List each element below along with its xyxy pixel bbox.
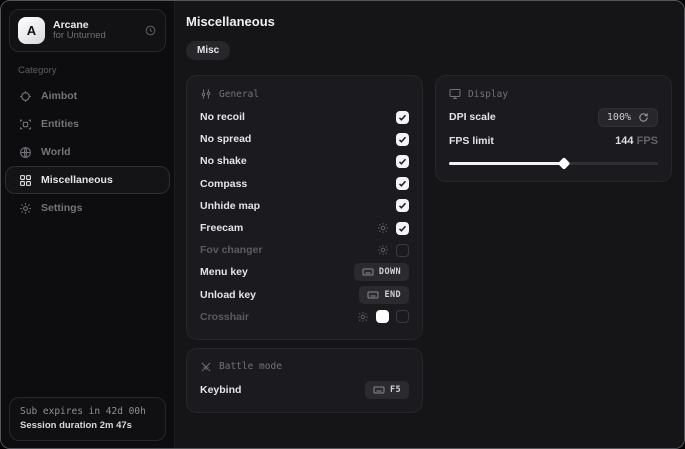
setting-label: No recoil [200,111,396,123]
fps-unit: FPS [637,135,658,147]
globe-icon [19,146,32,159]
setting-row: Crosshair [200,306,409,328]
gear-icon [19,202,32,215]
app-subtitle: for Unturned [53,31,136,42]
setting-row: Keybind F5 [200,379,409,401]
sidebar-nav: Aimbot Entities World Miscellaneous Sett… [1,82,174,222]
setting-row: Unhide map [200,195,409,217]
grid-icon [19,174,32,187]
setting-label: DPI scale [449,111,598,123]
section-title: Battle mode [219,361,282,372]
keybind-value: DOWN [379,267,401,277]
main-panel: Miscellaneous Misc General No recoil [175,1,685,448]
app-window: A Arcane for Unturned Category Aimbot En… [0,0,685,449]
dpi-scale-control[interactable]: 100% [598,108,658,127]
keyboard-icon [362,266,374,278]
setting-label: Compass [200,178,396,190]
crosshair-gear-icon[interactable] [357,311,369,323]
app-logo: A [18,17,45,44]
sidebar-item-world[interactable]: World [5,138,170,166]
page-title: Miscellaneous [186,14,672,29]
keybind-value: END [384,290,401,300]
no-shake-checkbox[interactable] [396,155,409,168]
keybind-value: F5 [390,385,401,395]
subscription-card: Sub expires in 42d 00h Session duration … [9,397,166,442]
section-title: General [219,89,259,100]
sliders-icon [200,88,212,100]
setting-row: Freecam [200,217,409,239]
setting-label: Unload key [200,289,359,301]
dpi-value: 100% [607,112,631,123]
no-recoil-checkbox[interactable] [396,111,409,124]
setting-label: Keybind [200,384,365,396]
fps-value: 144 [615,135,633,147]
crosshair-color-swatch[interactable] [376,310,389,323]
setting-row: Compass [200,173,409,195]
crosshair-checkbox[interactable] [396,310,409,323]
fps-slider-thumb[interactable] [558,158,571,171]
setting-label: Unhide map [200,200,396,212]
app-header-card: A Arcane for Unturned [9,9,166,52]
setting-label: Freecam [200,222,377,234]
freecam-gear-icon[interactable] [377,222,389,234]
refresh-icon[interactable] [638,112,649,123]
category-label: Category [18,65,174,76]
setting-row: Unload key END [200,284,409,306]
compass-checkbox[interactable] [396,177,409,190]
fov-changer-gear-icon[interactable] [377,244,389,256]
sidebar-item-aimbot[interactable]: Aimbot [5,82,170,110]
sidebar-item-entities[interactable]: Entities [5,110,170,138]
fov-changer-checkbox[interactable] [396,244,409,257]
target-icon[interactable] [144,24,157,37]
setting-label: Menu key [200,266,354,278]
setting-row: Fov changer [200,239,409,261]
tab-misc[interactable]: Misc [186,41,230,60]
sub-expiry-text: Sub expires in 42d 00h [20,405,155,419]
setting-label: Fov changer [200,244,377,256]
general-section: General No recoil No spread No shake [186,75,423,340]
sidebar-item-label: World [41,146,71,158]
swords-icon [200,361,212,373]
setting-row: No spread [200,128,409,150]
section-title: Display [468,89,508,100]
setting-label: Crosshair [200,311,357,323]
battle-keybind-button[interactable]: F5 [365,381,409,399]
cube-scan-icon [19,118,32,131]
monitor-icon [449,88,461,100]
fps-slider-fill [449,162,564,165]
unhide-map-checkbox[interactable] [396,199,409,212]
setting-label: No shake [200,155,396,167]
tab-bar: Misc [186,40,672,60]
sidebar-item-label: Entities [41,118,79,130]
crosshair-icon [19,90,32,103]
setting-row: FPS limit 144 FPS [449,130,658,152]
fps-limit-slider[interactable] [449,156,658,170]
sidebar: A Arcane for Unturned Category Aimbot En… [1,1,175,448]
menu-keybind-button[interactable]: DOWN [354,263,409,281]
keyboard-icon [373,384,385,396]
setting-label: No spread [200,133,396,145]
setting-row: No recoil [200,106,409,128]
freecam-checkbox[interactable] [396,222,409,235]
sidebar-item-settings[interactable]: Settings [5,194,170,222]
sidebar-item-label: Settings [41,202,82,214]
setting-row: DPI scale 100% [449,106,658,128]
setting-label: FPS limit [449,135,615,147]
setting-row: No shake [200,150,409,172]
battle-mode-section: Battle mode Keybind F5 [186,348,423,413]
no-spread-checkbox[interactable] [396,133,409,146]
display-section: Display DPI scale 100% FPS limit [435,75,672,182]
sidebar-item-label: Miscellaneous [41,174,113,186]
sidebar-item-miscellaneous[interactable]: Miscellaneous [5,166,170,194]
keyboard-icon [367,289,379,301]
sidebar-item-label: Aimbot [41,90,77,102]
unload-keybind-button[interactable]: END [359,286,409,304]
setting-row: Menu key DOWN [200,261,409,283]
session-duration-text: Session duration 2m 47s [20,419,155,433]
